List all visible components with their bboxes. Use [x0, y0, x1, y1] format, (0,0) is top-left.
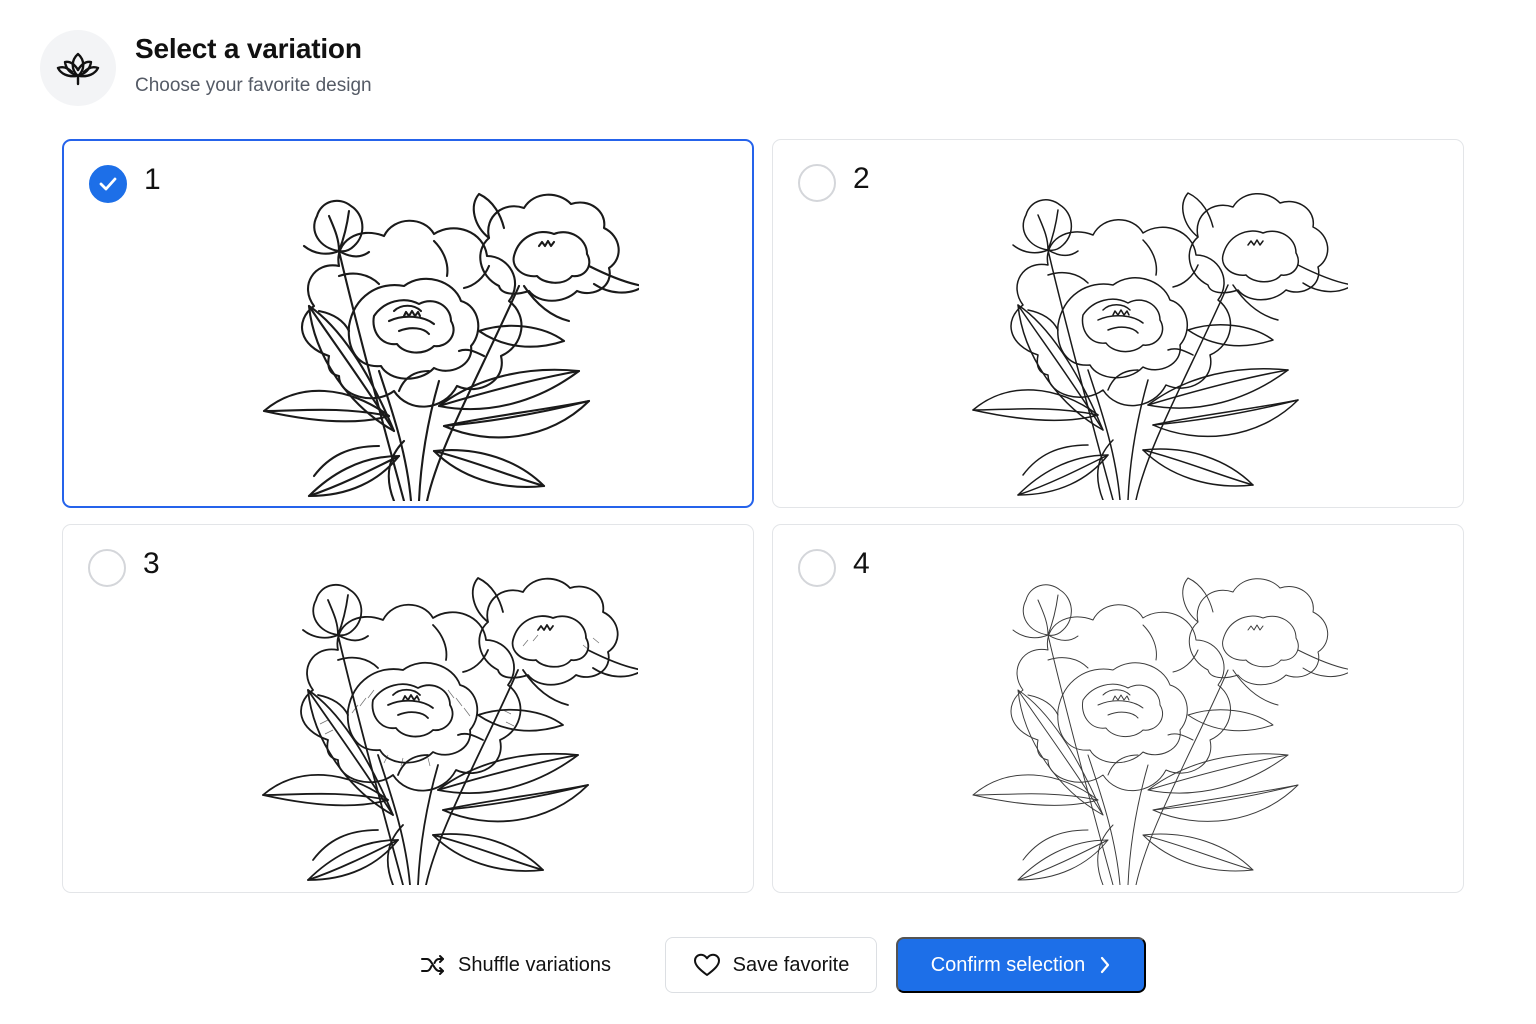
- lotus-icon: [56, 52, 100, 86]
- peony-illustration: [972, 577, 1348, 885]
- radio-selected-check-icon[interactable]: [89, 165, 127, 203]
- variation-number: 4: [853, 547, 870, 580]
- variation-number: 1: [144, 163, 161, 196]
- variation-card-1[interactable]: 1: [62, 139, 754, 508]
- radio-button[interactable]: [88, 549, 126, 587]
- confirm-selection-button[interactable]: Confirm selection: [896, 937, 1146, 993]
- variation-number: 3: [143, 547, 160, 580]
- peony-illustration: [262, 577, 638, 885]
- confirm-label: Confirm selection: [930, 953, 1086, 976]
- page-title: Select a variation: [135, 33, 362, 64]
- peony-illustration: [972, 192, 1348, 500]
- chevron-right-icon: [1101, 956, 1110, 974]
- header: Select a variation Choose your favorite …: [40, 30, 372, 106]
- variation-card-3[interactable]: 3: [62, 524, 754, 893]
- heart-icon: [693, 953, 720, 976]
- variation-card-2[interactable]: 2: [772, 139, 1464, 508]
- radio-button[interactable]: [798, 164, 836, 202]
- save-favorite-button[interactable]: Save favorite: [665, 937, 877, 993]
- action-bar: Shuffle variations Save favorite Confirm…: [0, 937, 1536, 993]
- variation-number: 2: [853, 162, 870, 195]
- variation-card-4[interactable]: 4: [772, 524, 1464, 893]
- shuffle-label: Shuffle variations: [458, 953, 612, 976]
- shuffle-variations-button[interactable]: Shuffle variations: [412, 937, 632, 993]
- radio-button[interactable]: [798, 549, 836, 587]
- logo-badge: [40, 30, 116, 106]
- peony-illustration: [263, 193, 639, 501]
- save-label: Save favorite: [732, 953, 850, 976]
- page-subtitle: Choose your favorite design: [135, 75, 372, 96]
- shuffle-icon: [421, 955, 444, 975]
